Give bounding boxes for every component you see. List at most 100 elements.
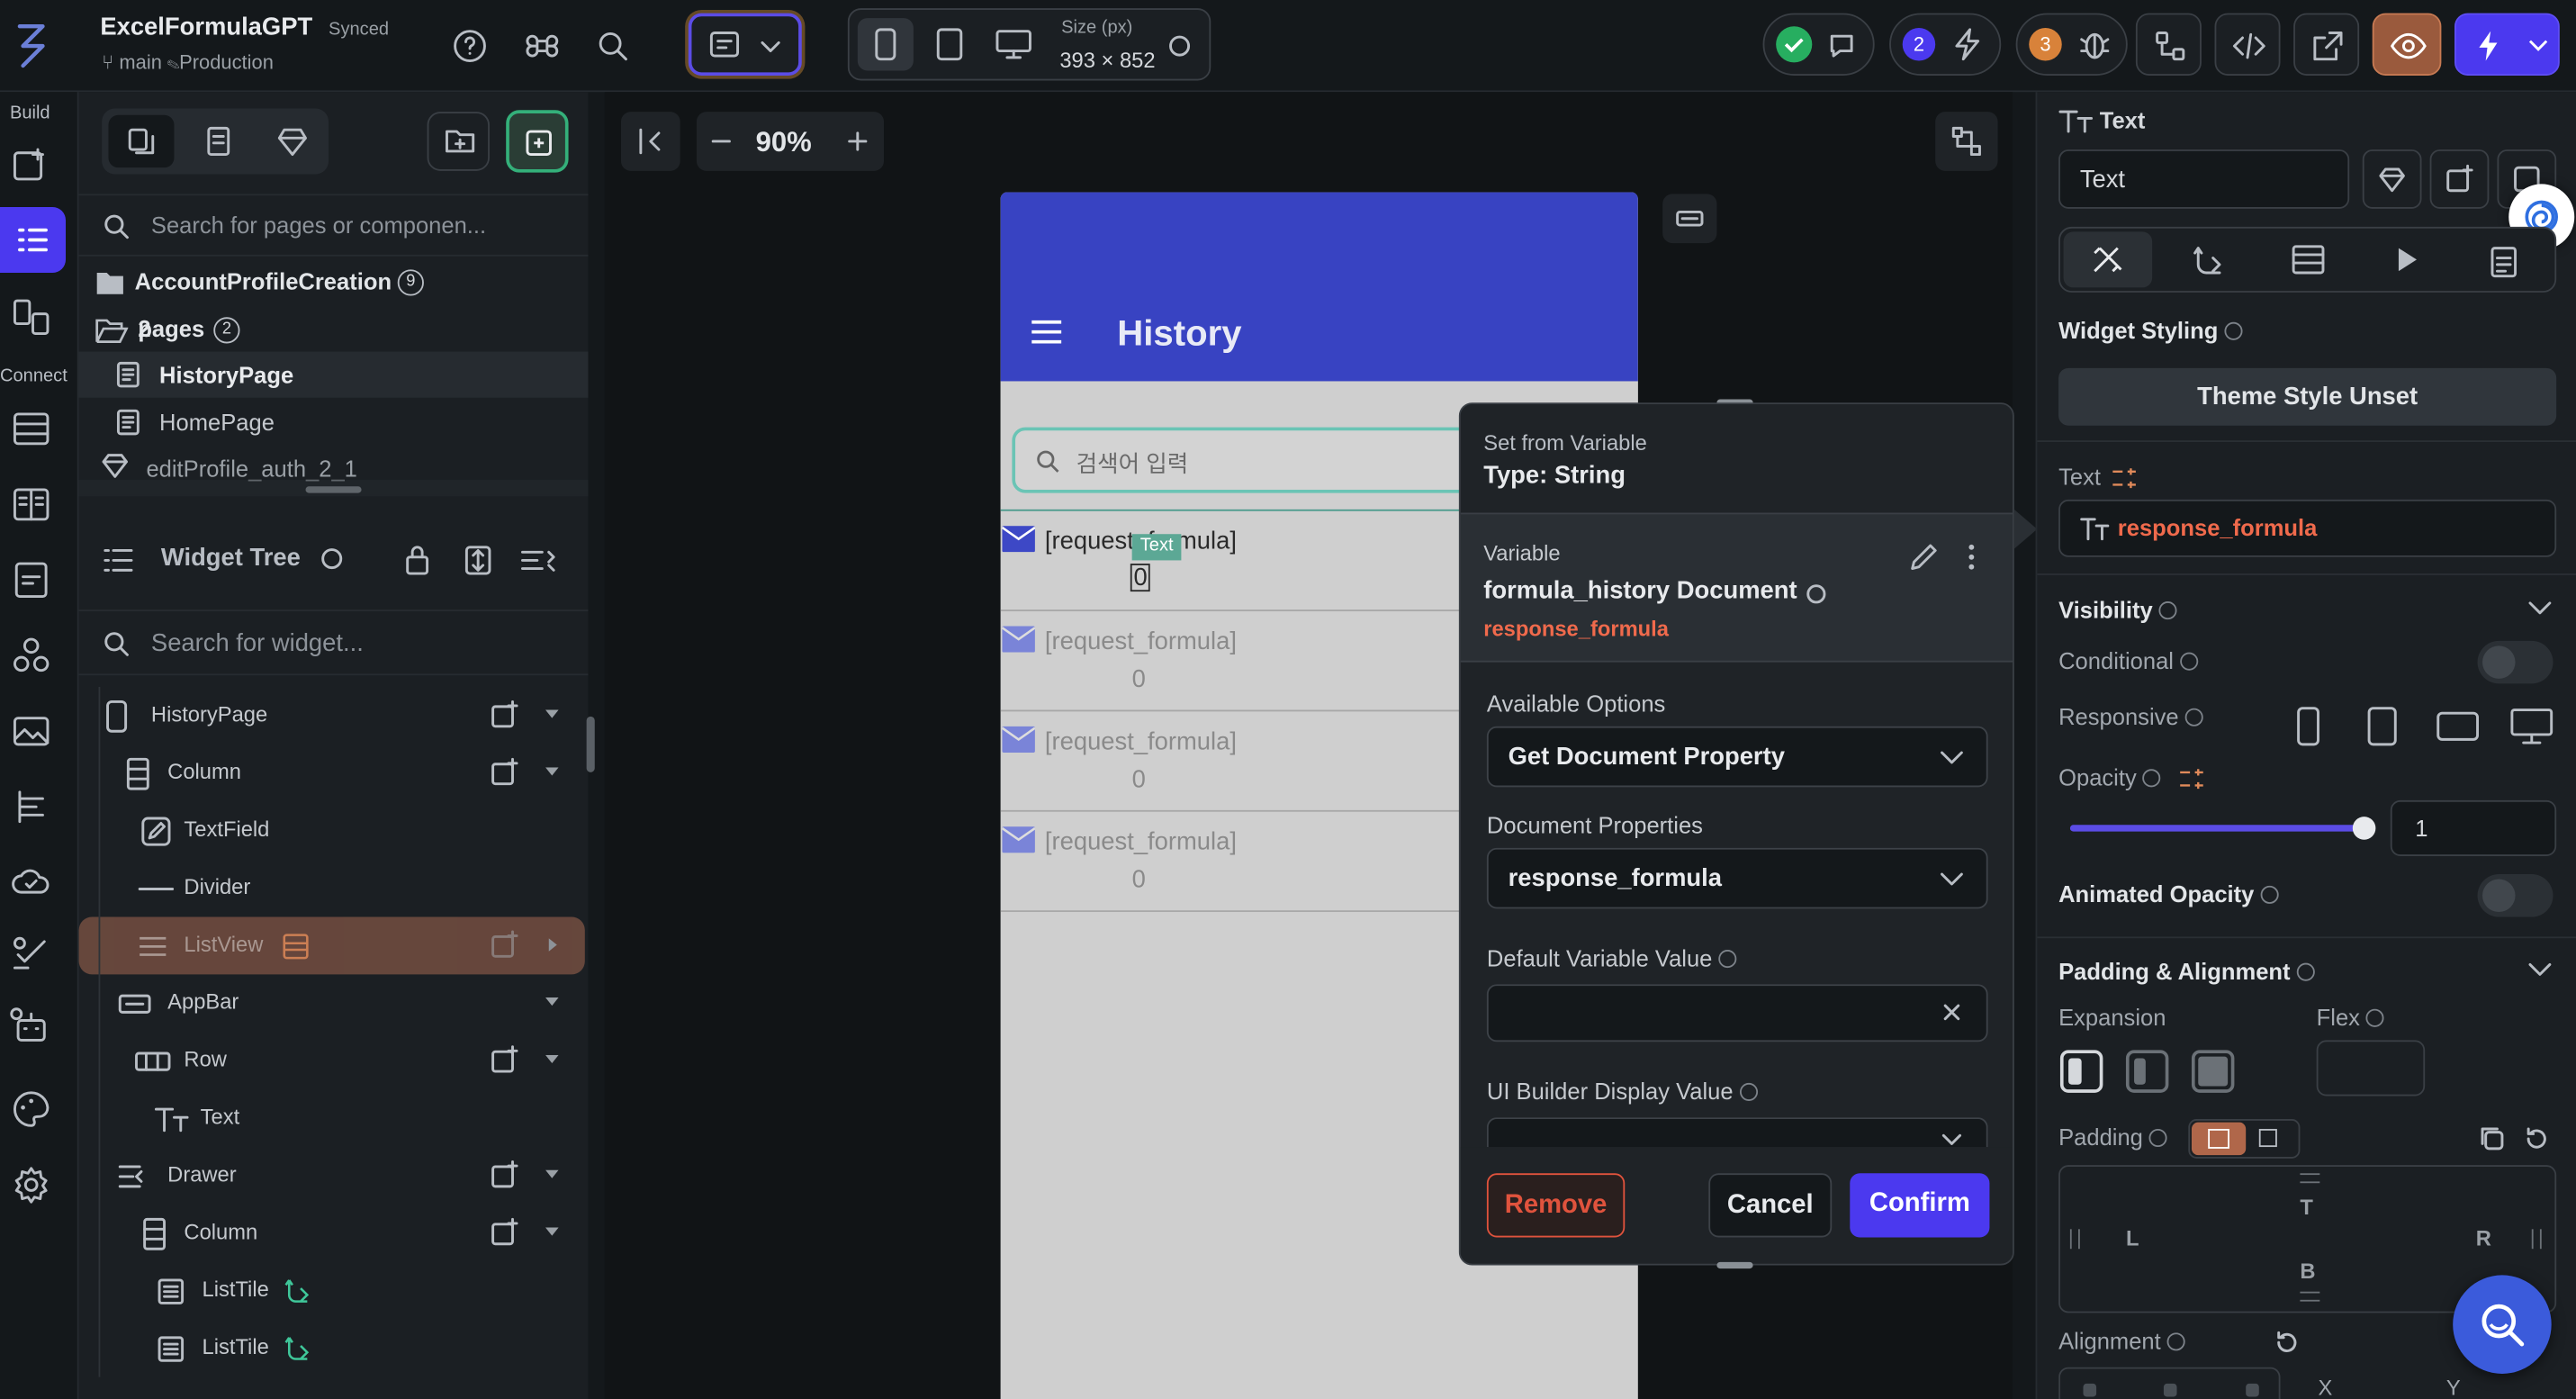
add-child-icon[interactable] [490, 930, 519, 960]
tab-properties[interactable] [2063, 231, 2153, 288]
opacity-input[interactable]: 1 [2390, 799, 2557, 856]
tree-node-row[interactable]: Row [79, 1032, 585, 1089]
backend-query-tab-icon[interactable] [2290, 243, 2326, 276]
tree-node-text[interactable]: Text [79, 1089, 585, 1147]
add-widget-icon[interactable] [10, 145, 52, 187]
opacity-slider-thumb[interactable] [2352, 817, 2376, 840]
chevron-down-icon[interactable] [545, 767, 559, 777]
cancel-button[interactable]: Cancel [1708, 1173, 1833, 1238]
list-item-subtitle-selected[interactable]: 0 [1130, 564, 1151, 592]
copy-icon[interactable] [2478, 1124, 2508, 1154]
add-page-button[interactable] [506, 110, 569, 173]
tree-node-divider[interactable]: Divider [79, 860, 585, 917]
floating-search-button[interactable] [2453, 1275, 2552, 1374]
phone-device-button[interactable] [857, 18, 914, 71]
padding-bottom-handle[interactable] [2300, 1291, 2320, 1302]
folder-pages[interactable]: 2 pages 2 [95, 314, 572, 347]
zoom-in-icon[interactable] [846, 130, 869, 153]
bugs-group[interactable]: 3 [2015, 13, 2128, 76]
help-icon[interactable] [452, 28, 488, 64]
chevron-down-icon[interactable] [2528, 601, 2552, 616]
chevron-down-icon[interactable] [545, 1227, 559, 1237]
widget-tree-nav[interactable] [0, 206, 67, 273]
app-bar[interactable]: History [1000, 192, 1638, 382]
page-item-editprofile[interactable]: editProfile_auth_2_1 [79, 448, 589, 482]
promote-component-button[interactable] [2362, 149, 2422, 209]
chevron-down-icon[interactable] [545, 1169, 559, 1180]
widget-name-input[interactable]: Text [2058, 149, 2350, 209]
tab-pages[interactable] [108, 114, 175, 168]
wrap-widget-button[interactable] [2429, 149, 2490, 209]
alignment-dot[interactable] [2083, 1383, 2097, 1397]
panel-resize-handle[interactable] [586, 716, 595, 772]
chevron-down-icon[interactable] [545, 1054, 559, 1065]
api-calls-icon[interactable] [10, 483, 52, 526]
padding-left-handle[interactable] [2069, 1229, 2080, 1250]
status-chat-group[interactable] [1762, 13, 1875, 76]
tree-node-drawer-column[interactable]: Column [79, 1205, 585, 1262]
variable-section[interactable]: Variable formula_history Document respon… [1460, 512, 2013, 663]
chevron-down-icon[interactable] [545, 709, 559, 720]
run-test-button[interactable] [2454, 13, 2560, 76]
available-options-dropdown[interactable]: Get Document Property [1486, 726, 1988, 788]
default-value-input[interactable] [1486, 984, 1988, 1042]
chevron-down-icon[interactable] [545, 997, 559, 1007]
widget-search-field[interactable]: Search for widget... [78, 609, 589, 676]
add-child-icon[interactable] [490, 700, 519, 730]
add-folder-button[interactable] [427, 112, 490, 171]
padding-right-handle[interactable] [2531, 1229, 2542, 1250]
folder-account-profile[interactable]: AccountProfileCreation 9 [95, 266, 572, 300]
lock-icon[interactable] [402, 544, 432, 577]
branch-info[interactable]: ⑂ main ✎Production [102, 51, 274, 75]
filter-sort-icon[interactable] [519, 544, 559, 577]
command-icon[interactable] [524, 28, 560, 64]
custom-code-icon[interactable] [10, 785, 52, 827]
confirm-button[interactable]: Confirm [1850, 1173, 1990, 1238]
text-value-field[interactable]: response_formula [2058, 499, 2557, 557]
add-child-icon[interactable] [490, 1045, 519, 1075]
search-icon[interactable] [595, 28, 631, 64]
padding-top-handle[interactable] [2300, 1173, 2320, 1184]
code-view-button[interactable] [2214, 13, 2281, 76]
issues-group[interactable]: 2 [1889, 13, 2002, 76]
integrations-icon[interactable] [10, 635, 52, 677]
remove-button[interactable]: Remove [1486, 1173, 1626, 1238]
tablet-icon[interactable] [936, 28, 963, 61]
set-variable-icon[interactable] [2112, 466, 2138, 490]
clear-x-icon[interactable] [1942, 1002, 1962, 1022]
edit-pencil-icon[interactable] [1907, 541, 1941, 574]
settings-gear-icon[interactable] [10, 1163, 52, 1205]
expansion-default-button[interactable] [2059, 1050, 2103, 1093]
theme-style-button[interactable]: Theme Style Unset [2058, 367, 2557, 426]
components-tab-icon[interactable] [203, 125, 236, 158]
padding-uniform-button[interactable] [2191, 1122, 2247, 1156]
expand-collapse-icon[interactable] [462, 544, 495, 577]
tree-node-appbar[interactable]: AppBar [79, 974, 585, 1032]
zoom-out-icon[interactable] [710, 130, 734, 153]
theme-icon[interactable] [10, 1088, 52, 1130]
alignment-dot[interactable] [2163, 1383, 2177, 1397]
popup-drag-handle-bottom[interactable] [1716, 1261, 1753, 1269]
components-icon[interactable] [10, 296, 52, 338]
collapse-panel-button[interactable] [620, 112, 680, 171]
alignment-dot[interactable] [2246, 1383, 2259, 1397]
documentation-tab-icon[interactable] [2488, 243, 2521, 279]
expansion-expanded-button[interactable] [2191, 1050, 2235, 1093]
tree-node-listview[interactable]: ListView [78, 916, 585, 975]
hamburger-menu-icon[interactable] [1030, 319, 1063, 345]
tree-node-drawer[interactable]: Drawer [79, 1147, 585, 1205]
tree-node-textfield[interactable]: TextField [79, 802, 585, 860]
set-variable-icon[interactable] [2178, 767, 2204, 790]
tests-icon[interactable] [10, 934, 52, 976]
tree-node-historypage[interactable]: HistoryPage [79, 687, 585, 745]
page-item-home[interactable]: HomePage [79, 400, 589, 446]
canvas-layout-button[interactable] [1935, 112, 1998, 171]
conditional-toggle[interactable] [2477, 640, 2553, 684]
tree-node-listtile[interactable]: ListTile [79, 1262, 585, 1320]
more-vertical-icon[interactable] [1960, 541, 1984, 574]
chevron-down-icon[interactable] [2528, 962, 2552, 978]
project-name[interactable]: ExcelFormulaGPT [100, 14, 312, 41]
alignment-grid[interactable] [2058, 1367, 2281, 1399]
document-properties-dropdown[interactable]: response_formula [1486, 847, 1988, 909]
desktop-visibility-icon[interactable] [2510, 709, 2553, 745]
